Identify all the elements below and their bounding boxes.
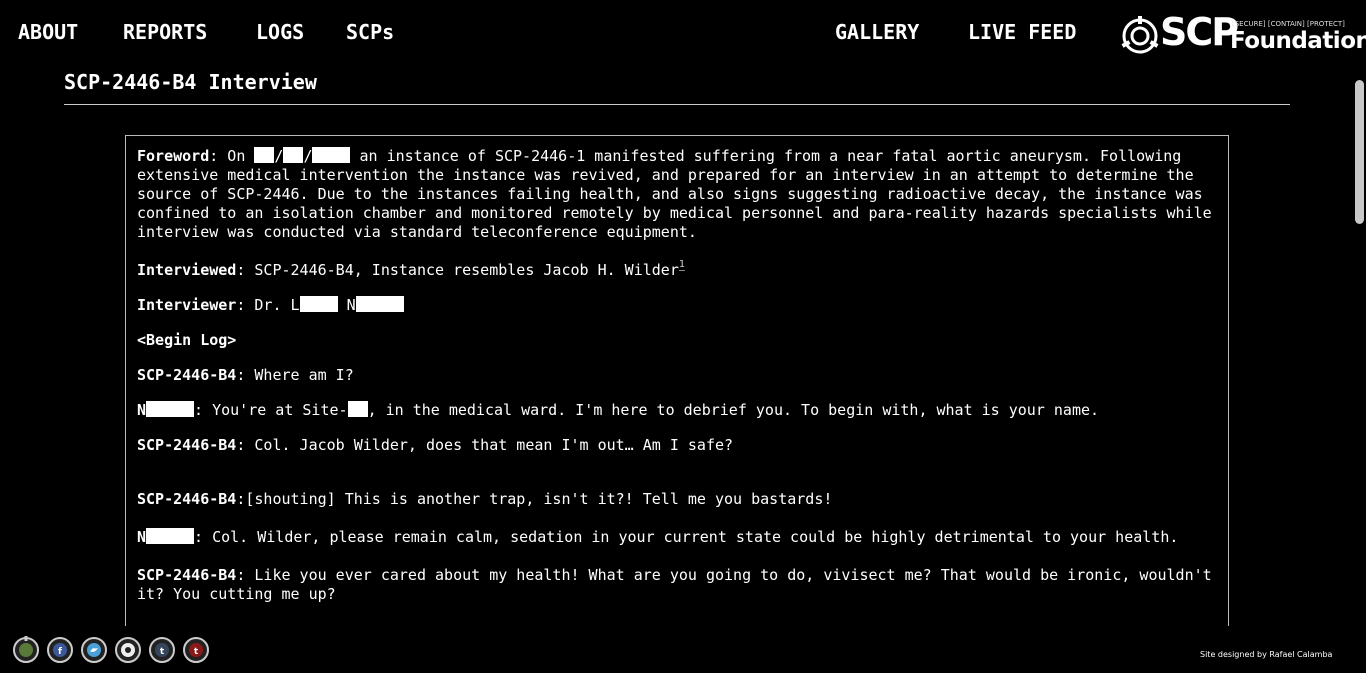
- interviewed-label: Interviewed: [137, 261, 237, 279]
- scrollbar-thumb[interactable]: [1355, 80, 1364, 224]
- dialogue-text: : Like you ever cared about my health! W…: [137, 566, 1212, 603]
- interviewer-line: Interviewer: Dr. L N: [137, 296, 1217, 315]
- scp-wiki-icon[interactable]: [12, 636, 40, 664]
- dialogue-line: SCP-2446-B4: Col. Jacob Wilder, does tha…: [137, 436, 1217, 455]
- site-credit: Site designed by Rafael Calamba: [1200, 650, 1333, 659]
- dialogue-text: : Col. Jacob Wilder, does that mean I'm …: [236, 436, 734, 454]
- speaker-label: SCP-2446-B4: [137, 366, 237, 384]
- dialogue-line: SCP-2446-B4:[shouting] This is another t…: [137, 490, 1217, 509]
- footnote-link[interactable]: 1: [678, 259, 685, 271]
- tumblr-icon[interactable]: t: [148, 636, 176, 664]
- foreword-on-text: : On: [209, 147, 255, 165]
- page-title: SCP-2446-B4 Interview: [64, 70, 317, 94]
- nav-scps-link[interactable]: SCPs: [346, 20, 394, 44]
- dialogue-text: : You're at Site-: [194, 401, 348, 419]
- redaction-bar: [254, 147, 275, 163]
- dialogue-line: N : Col. Wilder, please remain calm, seda…: [137, 528, 1217, 547]
- redaction-bar: [146, 528, 195, 544]
- foreword-paragraph: Foreword: On / / an instance of SCP-2446-…: [137, 147, 1212, 241]
- nav-reports-link[interactable]: REPORTS: [123, 20, 207, 44]
- speaker-label: SCP-2446-B4: [137, 490, 237, 508]
- footer: f t t Site designed by Rafael Calamba: [0, 626, 1366, 673]
- dialogue-text: , in the medical ward. I'm here to debri…: [367, 401, 1100, 419]
- twitter-icon[interactable]: [80, 636, 108, 664]
- interview-log-box: Foreword: On / / an instance of SCP-2446-…: [125, 135, 1229, 636]
- redaction-bar: [347, 401, 368, 417]
- svg-text:t: t: [194, 647, 199, 657]
- dialogue-line: SCP-2446-B4: Like you ever cared about m…: [137, 566, 1217, 604]
- nav-logs-link[interactable]: LOGS: [256, 20, 304, 44]
- begin-log-marker: <Begin Log>: [137, 331, 237, 349]
- redaction-bar: [283, 147, 304, 163]
- scp-foundation-logo[interactable]: SCP [SECURE] [CONTAIN] [PROTECT] Foundat…: [1120, 10, 1366, 56]
- foreword-label: Foreword: [137, 147, 210, 165]
- interviewer-initial: N: [346, 296, 356, 314]
- interviewer-text: : Dr. L: [236, 296, 300, 314]
- redaction-bar: [146, 401, 195, 417]
- title-divider: [64, 104, 1290, 105]
- logo-tagline: [SECURE] [CONTAIN] [PROTECT]: [1232, 20, 1345, 28]
- redaction-bar: [312, 147, 351, 163]
- logo-scp-text: SCP: [1160, 10, 1239, 54]
- scp-emblem-icon: [1121, 16, 1159, 54]
- speaker-label: SCP-2446-B4: [137, 436, 237, 454]
- redaction-bar: [299, 296, 338, 312]
- interview-log-content: Foreword: On / / an instance of SCP-2446-…: [137, 147, 1217, 604]
- nav-gallery-link[interactable]: GALLERY: [835, 20, 919, 44]
- interviewed-text: : SCP-2446-B4, Instance resembles Jacob …: [236, 261, 679, 279]
- dialogue-line: SCP-2446-B4: Where am I?: [137, 366, 1217, 385]
- tumblr-red-icon[interactable]: t: [182, 636, 210, 664]
- interviewed-line: Interviewed: SCP-2446-B4, Instance resem…: [137, 259, 1217, 280]
- facebook-icon[interactable]: f: [46, 636, 74, 664]
- dialogue-text: : Where am I?: [236, 366, 354, 384]
- nav-live-feed-link[interactable]: LIVE FEED: [968, 20, 1076, 44]
- logo-foundation-text: Foundation: [1230, 28, 1366, 54]
- scp-logo-icon[interactable]: [114, 636, 142, 664]
- dialogue-text: : Col. Wilder, please remain calm, sedat…: [194, 528, 1179, 546]
- begin-log-line: <Begin Log>: [137, 331, 1217, 350]
- redaction-bar: [355, 296, 404, 312]
- svg-text:t: t: [160, 647, 165, 657]
- nav-about-link[interactable]: ABOUT: [18, 20, 78, 44]
- dialogue-text: :[shouting] This is another trap, isn't …: [236, 490, 833, 508]
- speaker-label: N: [137, 401, 147, 419]
- speaker-label: N: [137, 528, 147, 546]
- svg-text:f: f: [58, 647, 62, 657]
- dialogue-line: N : You're at Site- , in the medical ward.…: [137, 401, 1217, 420]
- interviewer-label: Interviewer: [137, 296, 237, 314]
- speaker-label: SCP-2446-B4: [137, 566, 237, 584]
